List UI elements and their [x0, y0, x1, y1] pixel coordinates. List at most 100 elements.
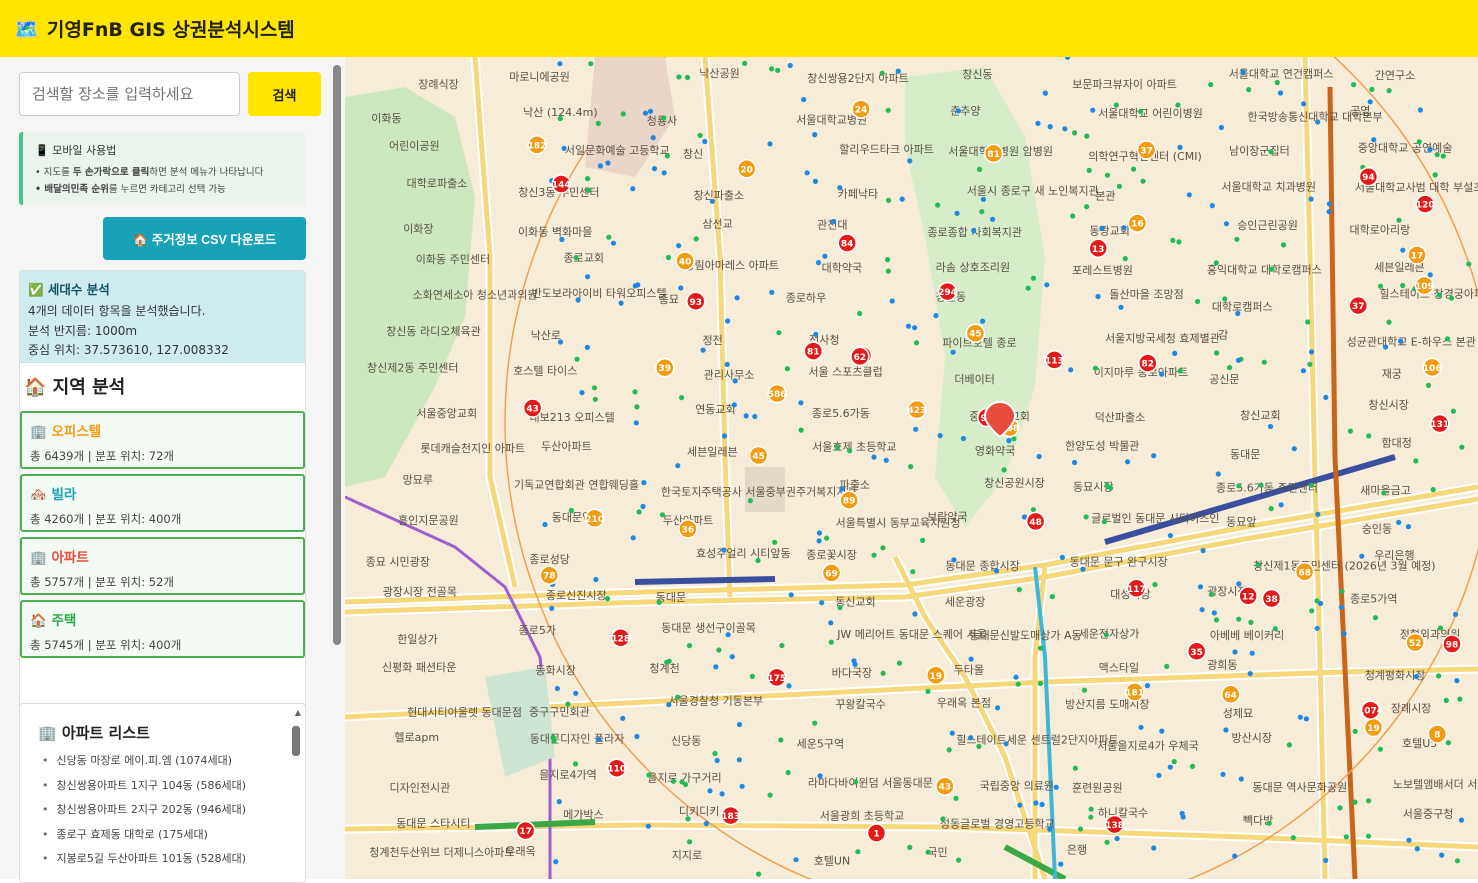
housing-dot[interactable]	[837, 185, 843, 191]
housing-dot[interactable]	[596, 736, 602, 743]
housing-dot[interactable]	[584, 344, 590, 350]
housing-dot[interactable]	[707, 788, 713, 794]
housing-dot[interactable]	[1195, 298, 1201, 305]
housing-dot[interactable]	[1314, 625, 1320, 631]
housing-dot[interactable]	[1315, 511, 1321, 517]
housing-dot[interactable]	[769, 289, 775, 295]
housing-dot[interactable]	[885, 268, 892, 274]
housing-dot[interactable]	[1189, 763, 1196, 770]
housing-dot[interactable]	[729, 654, 735, 660]
housing-dot[interactable]	[1238, 776, 1244, 782]
housing-dot[interactable]	[937, 433, 943, 439]
housing-dot[interactable]	[565, 701, 571, 707]
housing-dot[interactable]	[1042, 90, 1048, 96]
housing-dot[interactable]	[1090, 107, 1096, 113]
housing-dot[interactable]	[592, 396, 598, 402]
housing-dot[interactable]	[977, 166, 983, 172]
housing-dot[interactable]	[713, 664, 719, 670]
housing-dot[interactable]	[1326, 209, 1332, 215]
housing-dot[interactable]	[1125, 459, 1131, 465]
list-item[interactable]: 지봉로5길 두산아파트 101동 (528세대)	[42, 850, 305, 875]
housing-dot[interactable]	[1116, 183, 1122, 189]
housing-dot[interactable]	[1172, 350, 1178, 356]
housing-dot[interactable]	[1104, 839, 1110, 845]
housing-dot[interactable]	[1036, 453, 1042, 460]
housing-dot[interactable]	[784, 366, 790, 372]
housing-dot[interactable]	[585, 274, 591, 280]
housing-dot[interactable]	[907, 844, 913, 851]
housing-dot[interactable]	[736, 721, 743, 728]
housing-dot[interactable]	[1047, 826, 1053, 832]
housing-dot[interactable]	[1223, 727, 1229, 733]
housing-dot[interactable]	[778, 737, 784, 743]
housing-dot[interactable]	[734, 295, 740, 301]
housing-dot[interactable]	[1104, 172, 1111, 178]
housing-dot[interactable]	[542, 521, 548, 528]
housing-dot[interactable]	[933, 313, 939, 319]
housing-dot[interactable]	[1366, 433, 1372, 439]
housing-dot[interactable]	[905, 323, 912, 329]
housing-dot[interactable]	[1248, 619, 1254, 626]
housing-dot[interactable]	[994, 568, 1000, 574]
housing-dot[interactable]	[1414, 846, 1420, 852]
housing-dot[interactable]	[1039, 801, 1045, 808]
housing-dot[interactable]	[1006, 438, 1012, 444]
housing-dot[interactable]	[1436, 292, 1442, 298]
housing-dot[interactable]	[1140, 178, 1146, 184]
housing-dot[interactable]	[1437, 625, 1443, 631]
housing-dot[interactable]	[557, 115, 563, 122]
housing-dot[interactable]	[1377, 746, 1383, 752]
housing-dot[interactable]	[1049, 868, 1055, 875]
housing-dot[interactable]	[1208, 82, 1214, 88]
housing-dot[interactable]	[1171, 759, 1177, 765]
housing-dot[interactable]	[1318, 600, 1324, 607]
housing-dot[interactable]	[1366, 798, 1372, 804]
housing-dot[interactable]	[666, 658, 672, 664]
housing-dot[interactable]	[610, 240, 617, 246]
housing-dot[interactable]	[767, 792, 773, 798]
housing-dot[interactable]	[1443, 697, 1449, 704]
housing-dot[interactable]	[549, 605, 555, 611]
housing-dot[interactable]	[767, 141, 773, 147]
housing-dot[interactable]	[995, 705, 1001, 711]
housing-dot[interactable]	[1448, 295, 1455, 301]
housing-dot[interactable]	[1396, 519, 1402, 525]
housing-dot[interactable]	[1088, 806, 1094, 812]
housing-dot[interactable]	[1450, 408, 1456, 414]
housing-dot[interactable]	[1307, 361, 1313, 367]
housing-dot[interactable]	[788, 592, 794, 598]
housing-dot[interactable]	[1030, 275, 1037, 281]
map-canvas[interactable]: 장례식장 마로니에공원 낙산공원 창신쌍용2단지 아파트 창신동보문파크뷰자이 아파트서…	[345, 57, 1478, 879]
housing-dot[interactable]	[557, 339, 564, 345]
housing-dot[interactable]	[1234, 236, 1240, 242]
housing-dot[interactable]	[1278, 502, 1284, 508]
housing-dot[interactable]	[675, 694, 681, 700]
housing-dot[interactable]	[749, 673, 755, 680]
housing-dot[interactable]	[1337, 805, 1343, 811]
housing-dot[interactable]	[1457, 696, 1463, 702]
housing-dot[interactable]	[1072, 765, 1078, 771]
housing-dot[interactable]	[664, 153, 670, 159]
housing-dot[interactable]	[1236, 581, 1242, 587]
map-view[interactable]: 장례식장 마로니에공원 낙산공원 창신쌍용2단지 아파트 창신동 보문파크뷰자이 아파트 서…	[345, 57, 1478, 879]
housing-dot[interactable]	[585, 187, 591, 193]
housing-dot[interactable]	[1430, 487, 1436, 493]
housing-dot[interactable]	[1084, 204, 1090, 210]
housing-dot[interactable]	[896, 660, 903, 666]
housing-dot[interactable]	[1326, 201, 1332, 207]
housing-dot[interactable]	[1222, 296, 1228, 302]
housing-dot[interactable]	[743, 413, 749, 419]
housing-dot[interactable]	[703, 821, 709, 827]
housing-dot[interactable]	[1416, 139, 1422, 145]
housing-dot[interactable]	[1003, 741, 1009, 747]
housing-dot[interactable]	[1439, 852, 1445, 858]
housing-dot[interactable]	[1068, 367, 1074, 373]
housing-dot[interactable]	[752, 413, 758, 420]
housing-dot[interactable]	[676, 74, 682, 80]
housing-dot[interactable]	[776, 330, 782, 336]
housing-dot[interactable]	[1197, 584, 1204, 590]
housing-dot[interactable]	[1151, 453, 1157, 459]
housing-dot[interactable]	[940, 816, 946, 822]
housing-dot[interactable]	[1305, 319, 1311, 325]
housing-dot[interactable]	[645, 823, 651, 829]
